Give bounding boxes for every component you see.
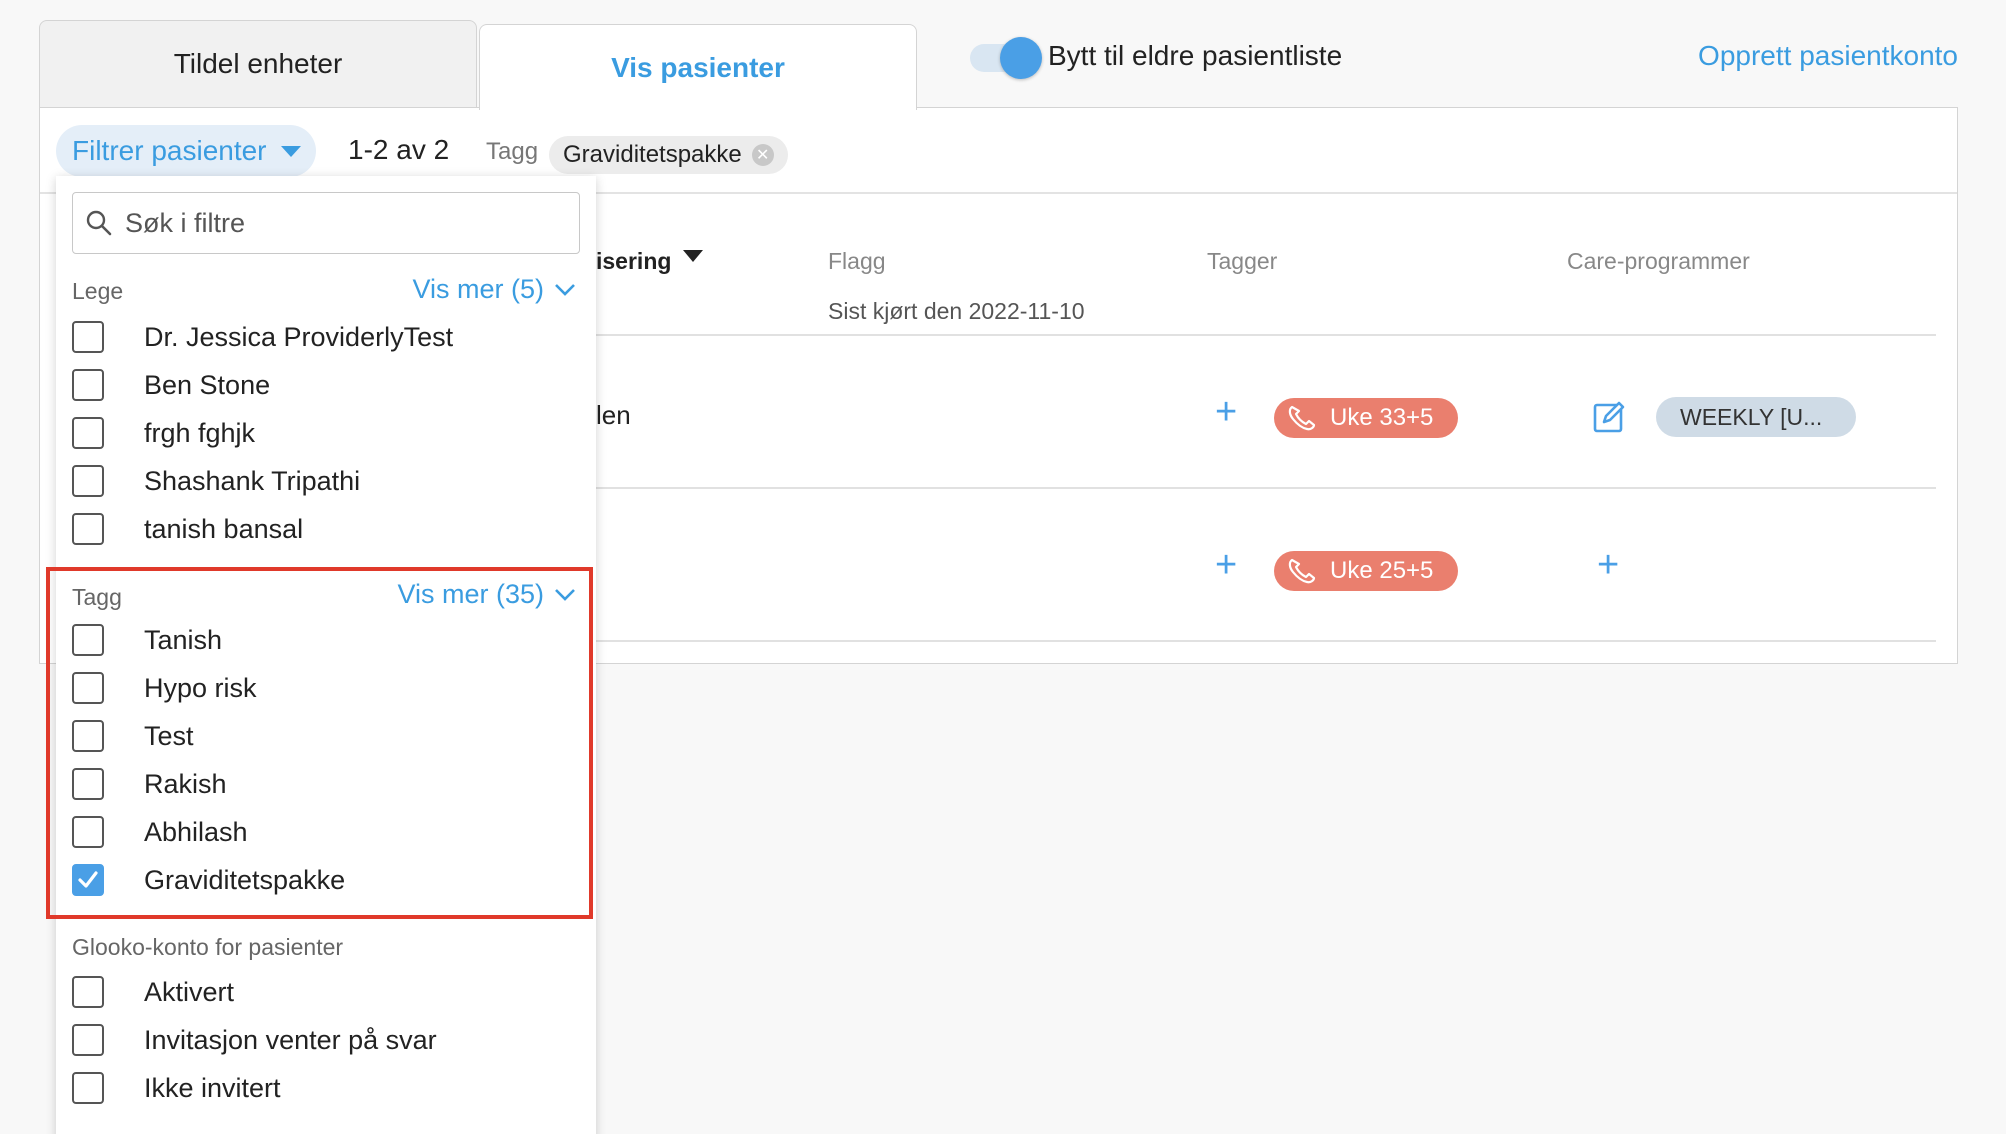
option-label: Ikke invitert (144, 1072, 281, 1103)
divider (590, 487, 1936, 489)
sort-caret-icon[interactable] (683, 250, 703, 262)
tag-badge: Uke 25+5 (1274, 551, 1458, 591)
filter-option[interactable]: Aktivert (72, 974, 234, 1010)
divider (590, 640, 1936, 642)
option-label: Graviditetspakke (144, 864, 346, 895)
checkbox[interactable] (72, 369, 104, 401)
option-label: Aktivert (144, 976, 235, 1007)
tab-tildel-enheter[interactable]: Tildel enheter (39, 20, 477, 108)
checkbox[interactable] (72, 1072, 104, 1104)
create-patient-account-link[interactable]: Opprett pasientkonto (1698, 40, 1958, 72)
remove-filter-icon[interactable]: ✕ (751, 144, 774, 166)
section-label-tagg: Tagg (72, 584, 122, 610)
filter-option[interactable]: Hypo risk (72, 670, 257, 706)
tag-badge-label: Uke 33+5 (1330, 404, 1434, 431)
result-count: 1-2 av 2 (348, 134, 450, 165)
checkbox-checked[interactable] (72, 864, 104, 896)
column-header-care: Care-programmer (1567, 248, 1750, 274)
option-label: Hypo risk (144, 672, 257, 703)
checkbox[interactable] (72, 321, 104, 353)
patient-name-cell[interactable]: len (596, 400, 631, 431)
active-filter-label: Tagg (486, 138, 539, 165)
divider (590, 334, 1936, 336)
option-label: Invitasjon venter på svar (144, 1024, 437, 1055)
caret-down-icon (280, 145, 301, 157)
filter-option[interactable]: Shashank Tripathi (72, 463, 360, 499)
pregnancy-icon (1288, 405, 1316, 431)
pregnancy-icon (1288, 558, 1316, 584)
option-label: frgh fghjk (144, 417, 256, 448)
filter-search-box[interactable] (72, 192, 580, 254)
show-more-lege[interactable]: Vis mer (5) (412, 274, 576, 305)
filter-option[interactable]: Tanish (72, 622, 222, 658)
show-more-label: Vis mer (5) (412, 274, 544, 304)
filter-option[interactable]: Test (72, 718, 194, 754)
checkbox[interactable] (72, 1024, 104, 1056)
section-label-glooko: Glooko-konto for pasienter (72, 934, 344, 960)
show-more-label: Vis mer (35) (397, 579, 544, 609)
active-filter-chip: Graviditetspakke ✕ (549, 136, 788, 174)
option-label: Test (144, 720, 194, 751)
filter-option[interactable]: Invitasjon venter på svar (72, 1022, 437, 1058)
filter-option[interactable]: frgh fghjk (72, 415, 255, 451)
filter-option[interactable]: Ben Stone (72, 367, 270, 403)
option-label: Rakish (144, 768, 227, 799)
edit-icon[interactable] (1592, 400, 1626, 434)
tag-badge-label: Uke 25+5 (1330, 557, 1434, 584)
filter-button-label: Filtrer pasienter (72, 135, 267, 166)
checkbox[interactable] (72, 672, 104, 704)
checkbox[interactable] (72, 720, 104, 752)
chip-label: Graviditetspakke (563, 141, 742, 168)
sortable-column-header[interactable]: isering (596, 248, 671, 275)
add-tag-icon[interactable]: + (1215, 393, 1237, 431)
option-label: Shashank Tripathi (144, 465, 361, 496)
checkbox[interactable] (72, 816, 104, 848)
filter-dropdown: Lege Vis mer (5) Dr. Jessica ProviderlyT… (56, 176, 596, 1134)
checkbox[interactable] (72, 465, 104, 497)
checkbox[interactable] (72, 417, 104, 449)
chevron-down-icon (555, 588, 575, 601)
filter-option[interactable]: tanish bansal (72, 511, 303, 547)
option-label: Abhilash (144, 816, 248, 847)
chevron-down-icon (555, 283, 575, 296)
column-header-tagger: Tagger (1207, 248, 1278, 274)
filter-option[interactable]: Ikke invitert (72, 1070, 281, 1106)
toggle-label: Bytt til eldre pasientliste (1048, 40, 1343, 71)
filter-search-input[interactable] (125, 207, 545, 239)
filter-option-selected[interactable]: Graviditetspakke (72, 862, 345, 898)
option-label: Ben Stone (144, 369, 271, 400)
option-label: Tanish (144, 624, 223, 655)
section-label-lege: Lege (72, 278, 124, 304)
option-label: Dr. Jessica ProviderlyTest (144, 321, 454, 352)
column-header-flagg: Flagg (828, 248, 886, 274)
add-tag-icon[interactable]: + (1215, 546, 1237, 584)
tab-vis-pasienter[interactable]: Vis pasienter (479, 24, 917, 110)
filter-option[interactable]: Rakish (72, 766, 227, 802)
tab-label: Tildel enheter (173, 48, 343, 79)
search-icon (86, 210, 112, 236)
care-program-badge: WEEKLY [U... (1656, 397, 1856, 437)
toggle-knob[interactable] (1000, 37, 1042, 79)
option-label: tanish bansal (144, 513, 304, 544)
filter-option[interactable]: Dr. Jessica ProviderlyTest (72, 319, 453, 355)
flagg-last-run: Sist kjørt den 2022-11-10 (828, 298, 1085, 324)
checkbox[interactable] (72, 513, 104, 545)
tag-badge: Uke 33+5 (1274, 398, 1458, 438)
filter-patients-button[interactable]: Filtrer pasienter (56, 125, 316, 177)
check-icon (78, 871, 98, 888)
filter-option[interactable]: Abhilash (72, 814, 248, 850)
checkbox[interactable] (72, 768, 104, 800)
checkbox[interactable] (72, 624, 104, 656)
checkbox[interactable] (72, 976, 104, 1008)
tab-label: Vis pasienter (611, 51, 785, 83)
care-program-label: WEEKLY [U... (1680, 403, 1823, 430)
add-care-program-icon[interactable]: + (1597, 546, 1619, 584)
show-more-tagg[interactable]: Vis mer (35) (397, 579, 576, 610)
